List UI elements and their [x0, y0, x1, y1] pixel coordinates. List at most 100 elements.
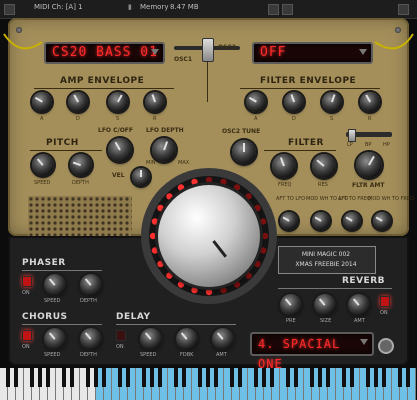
volume-ring-led [177, 281, 185, 288]
jack-icon [378, 338, 394, 354]
camera-icon[interactable] [268, 4, 279, 15]
pitch-speed-knob[interactable] [32, 154, 54, 176]
black-key[interactable] [94, 368, 98, 387]
volume-ring-led [177, 184, 185, 191]
phaser-speed-knob[interactable] [44, 274, 66, 296]
delay-speed-knob[interactable] [140, 328, 162, 350]
amp-release-knob[interactable] [145, 92, 165, 112]
osc-mix-slider[interactable] [202, 38, 214, 62]
black-key[interactable] [198, 368, 202, 387]
black-key[interactable] [62, 368, 66, 387]
aft-to-lfo-knob[interactable] [280, 212, 298, 230]
info-icon[interactable] [282, 4, 293, 15]
master-volume-knob[interactable] [158, 185, 260, 287]
filter-freq-label: FREQ [278, 182, 292, 188]
volume-ring-led [205, 288, 213, 296]
black-key[interactable] [46, 368, 50, 387]
pitch-depth-knob[interactable] [70, 154, 92, 176]
modwh-to-freq-label: MOD WH TO FREQ [368, 196, 415, 202]
filter-r-label: R [368, 116, 372, 122]
preset-display[interactable]: CS20 BASS 01 [44, 42, 165, 64]
black-key[interactable] [294, 368, 298, 387]
black-key[interactable] [174, 368, 178, 387]
lfo-cutoff-knob[interactable] [108, 138, 132, 162]
reverb-on-button[interactable] [380, 296, 390, 307]
black-key[interactable] [238, 368, 242, 387]
black-key[interactable] [102, 368, 106, 387]
black-key[interactable] [182, 368, 186, 387]
black-key[interactable] [382, 368, 386, 387]
lfo-depth-knob[interactable] [152, 138, 176, 162]
black-key[interactable] [254, 368, 258, 387]
phaser-depth-knob[interactable] [80, 274, 102, 296]
phaser-on-button[interactable] [22, 276, 32, 287]
black-key[interactable] [70, 368, 74, 387]
aft-to-freq-label: AFT TO FREQ [338, 196, 371, 202]
black-key[interactable] [286, 368, 290, 387]
filter-res-label: RES [318, 182, 328, 188]
black-key[interactable] [374, 368, 378, 387]
black-key[interactable] [14, 368, 18, 387]
black-key[interactable] [6, 368, 10, 387]
filter-release-knob[interactable] [360, 92, 380, 112]
delay-on-button[interactable] [116, 330, 126, 341]
black-key[interactable] [86, 368, 90, 387]
keyboard[interactable] [0, 368, 417, 400]
black-key[interactable] [158, 368, 162, 387]
amp-decay-knob[interactable] [68, 92, 88, 112]
filter-decay-knob[interactable] [284, 92, 304, 112]
instrument-header: MIDI Ch: [A] 1 ▮ Memory 8.47 MB [0, 0, 417, 19]
filter-s-label: S [330, 116, 334, 122]
phaser-title: PHASER [22, 258, 66, 268]
modwh-to-lfo-knob[interactable] [312, 212, 330, 230]
filter-attack-knob[interactable] [246, 92, 266, 112]
black-key[interactable] [118, 368, 122, 387]
delay-feedback-knob[interactable] [176, 328, 198, 350]
black-key[interactable] [142, 368, 146, 387]
black-key[interactable] [310, 368, 314, 387]
black-key[interactable] [38, 368, 42, 387]
black-key[interactable] [326, 368, 330, 387]
chorus-depth-knob[interactable] [80, 328, 102, 350]
reverb-type-display[interactable]: 4. SPACIAL ONE [250, 332, 374, 371]
black-key[interactable] [318, 368, 322, 387]
volume-ring-led [259, 247, 267, 254]
close-icon[interactable] [398, 4, 409, 15]
delay-amount-knob[interactable] [212, 328, 234, 350]
filter-sustain-knob[interactable] [322, 92, 342, 112]
black-key[interactable] [230, 368, 234, 387]
black-key[interactable] [342, 368, 346, 387]
aft-to-freq-knob[interactable] [343, 212, 361, 230]
black-key[interactable] [262, 368, 266, 387]
black-key[interactable] [366, 368, 370, 387]
filter-mode-switch[interactable] [348, 129, 356, 142]
filter-res-knob[interactable] [312, 154, 336, 178]
black-key[interactable] [206, 368, 210, 387]
black-key[interactable] [398, 368, 402, 387]
black-key[interactable] [270, 368, 274, 387]
modwh-to-freq-knob[interactable] [373, 212, 391, 230]
delay-fdbk-label: FDBK [180, 352, 194, 358]
osc2-tune-knob[interactable] [232, 140, 256, 164]
reverb-size-label: SIZE [320, 318, 332, 324]
reverb-size-knob[interactable] [314, 294, 336, 316]
black-key[interactable] [406, 368, 410, 387]
lfo-cutoff-label: LFO C/OFF [98, 127, 134, 134]
filter-amount-knob[interactable] [356, 152, 382, 178]
chorus-speed-knob[interactable] [44, 328, 66, 350]
reverb-pre-knob[interactable] [280, 294, 302, 316]
black-key[interactable] [350, 368, 354, 387]
reverb-amount-knob[interactable] [348, 294, 370, 316]
midi-channel[interactable]: MIDI Ch: [A] 1 [34, 3, 83, 11]
volume-ring-led [151, 247, 159, 254]
amp-attack-knob[interactable] [32, 92, 52, 112]
chorus-on-button[interactable] [22, 330, 32, 341]
black-key[interactable] [214, 368, 218, 387]
divider [22, 270, 102, 271]
osc-mode-display[interactable]: OFF [252, 42, 373, 64]
amp-s-label: S [116, 116, 120, 122]
black-key[interactable] [30, 368, 34, 387]
black-key[interactable] [126, 368, 130, 387]
black-key[interactable] [150, 368, 154, 387]
amp-sustain-knob[interactable] [108, 92, 128, 112]
